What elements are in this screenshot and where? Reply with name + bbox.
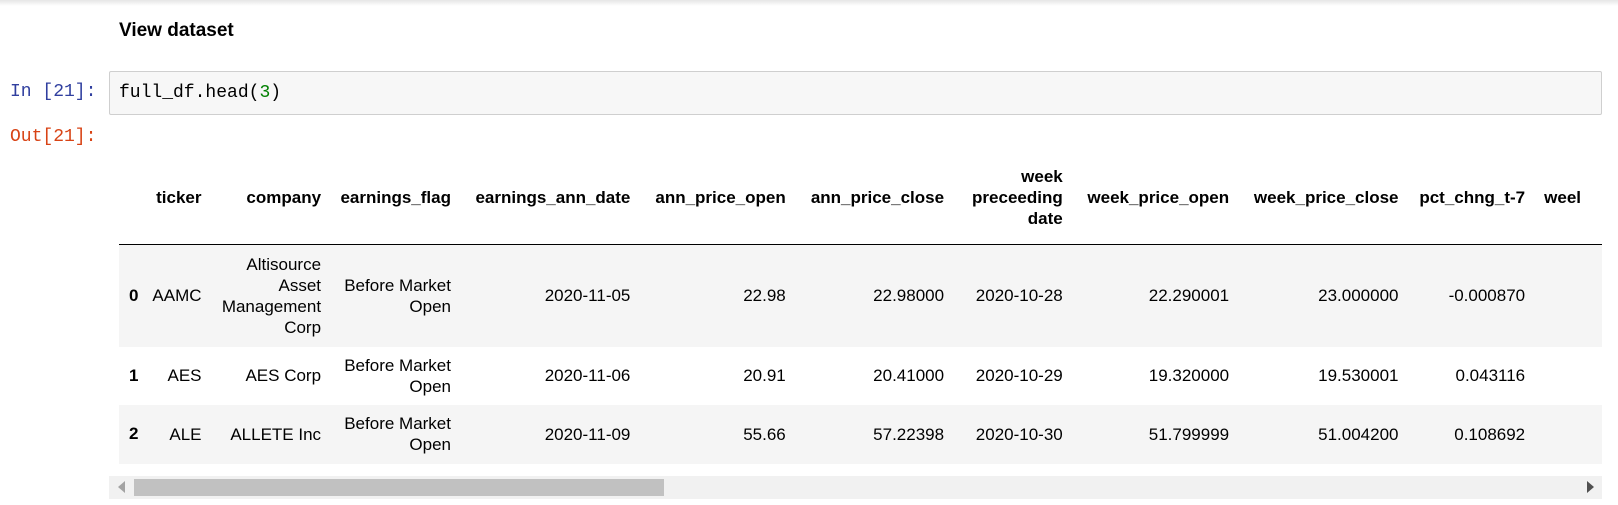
column-header: week_price_open [1062,150,1230,245]
scroll-right-arrow-icon[interactable] [1587,481,1594,493]
table-cell [1525,245,1602,347]
code-text-end: ) [270,83,282,103]
dataframe-table: ticker company earnings_flag earnings_an… [119,150,1602,464]
column-header: week preceeding date [944,150,1063,245]
table-row: 2 ALE ALLETE Inc Before Market Open 2020… [119,404,1602,464]
table-cell: Before Market Open [344,355,451,396]
table-cell: 2020-11-06 [544,366,631,385]
output-prompt: Out[21]: [10,127,97,147]
table-row: 0 AAMC Altisource Asset Management Corp … [119,244,1602,347]
table-cell: 51.799999 [1148,424,1230,444]
table-cell: 2020-11-09 [544,424,631,444]
code-input[interactable]: full_df.head(3) [109,71,1602,115]
table-cell: 22.98 [743,286,786,306]
table-cell: ALLETE Inc [230,424,322,444]
table-cell [1525,405,1602,464]
dataframe-output: ticker company earnings_flag earnings_an… [119,150,1602,468]
table-cell: AES [167,366,202,385]
input-prompt: In [21]: [10,82,97,102]
column-header: ann_price_open [630,150,786,245]
code-text: full_df.head( [119,83,260,103]
column-header: pct_chng_t-7 [1398,150,1526,245]
table-cell: -0.000870 [1448,286,1526,306]
table-cell: 57.22398 [873,424,945,444]
table-cell: 0.108692 [1454,424,1526,444]
table-cell: ALE [169,424,202,444]
table-cell: 19.530001 [1318,366,1399,385]
table-cell: 22.98000 [873,286,945,306]
column-header: week_price_close [1229,150,1399,245]
table-cell: AES Corp [245,366,322,385]
table-cell: 23.000000 [1318,286,1399,306]
table-cell: 20.41000 [873,366,945,385]
column-header: ticker [140,150,202,245]
scrollbar-thumb[interactable] [134,479,664,496]
table-cell: 2020-10-30 [975,424,1063,444]
table-cell: 2020-10-28 [975,286,1063,306]
column-header: weel [1525,150,1602,245]
row-index: 2 [129,424,139,443]
markdown-heading: View dataset [119,20,234,41]
column-header: earnings_flag [321,150,451,245]
column-header: earnings_ann_date [450,150,631,245]
table-cell: 55.66 [743,424,786,444]
index-header [119,150,141,245]
table-cell [1525,347,1602,405]
scroll-left-arrow-icon[interactable] [118,481,125,493]
row-index: 0 [129,285,139,305]
row-index: 1 [129,365,139,385]
table-cell: AAMC [152,286,202,306]
horizontal-scrollbar[interactable] [109,476,1602,499]
table-cell: Altisource Asset Management Corp [221,254,322,337]
column-header: ann_price_close [785,150,945,245]
column-header: company [201,150,322,245]
table-cell: 2020-11-05 [544,286,631,306]
table-cell: Before Market Open [344,414,451,454]
table-cell: 20.91 [743,366,786,385]
notebook-page: View dataset In [21]: full_df.head(3) Ou… [0,0,1618,505]
table-cell: 22.290001 [1148,286,1230,306]
table-row: 1 AES AES Corp Before Market Open 2020-1… [119,346,1602,405]
toolbar-shadow [0,0,1618,6]
table-cell: Before Market Open [344,275,451,316]
table-cell: 0.043116 [1455,366,1526,385]
code-number: 3 [259,83,271,103]
table-cell: 19.320000 [1148,366,1230,385]
table-cell: 51.004200 [1318,424,1399,444]
table-cell: 2020-10-29 [975,366,1063,385]
